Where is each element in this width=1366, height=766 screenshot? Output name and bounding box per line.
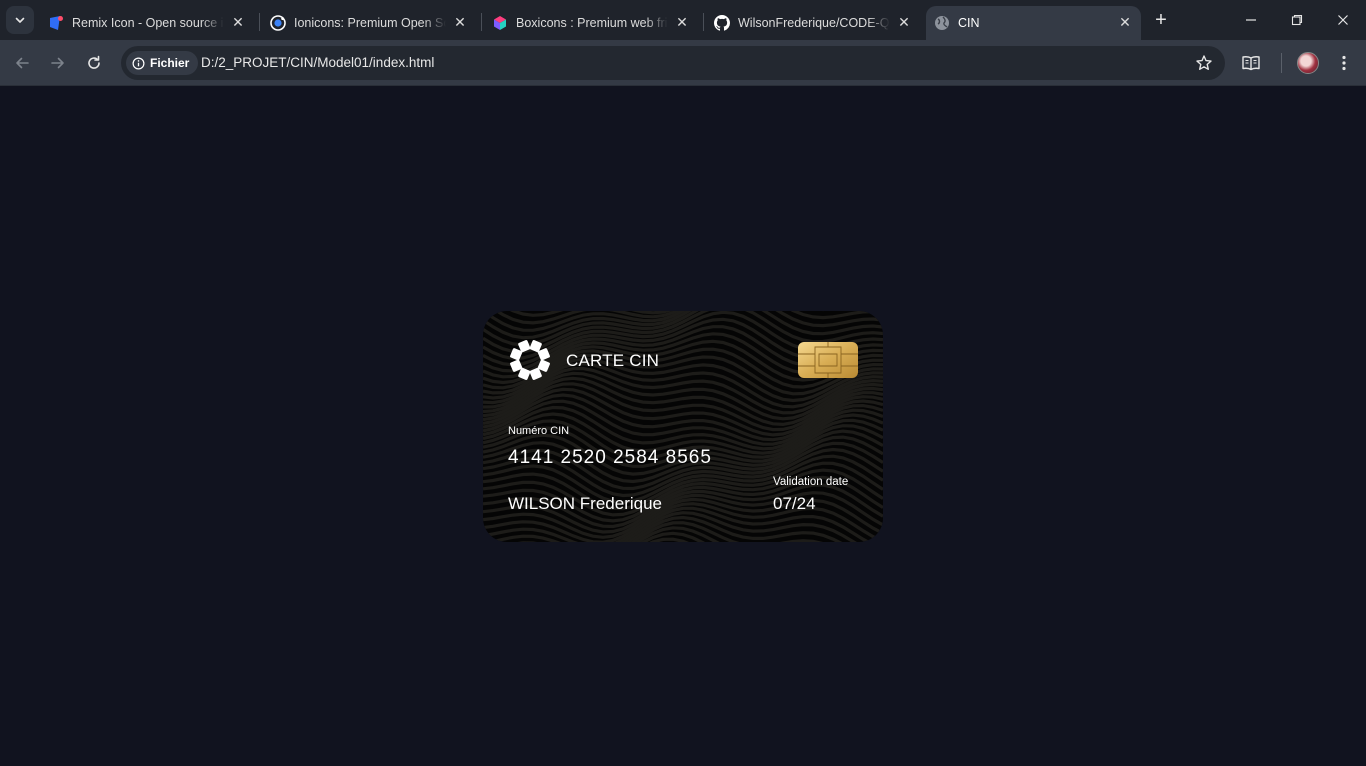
profile-avatar[interactable] xyxy=(1297,52,1319,74)
github-icon xyxy=(714,15,730,31)
address-bar[interactable]: Fichier D:/2_PROJET/CIN/Model01/index.ht… xyxy=(121,46,1225,80)
card-holder-name: WILSON Frederique xyxy=(508,494,662,513)
globe-icon xyxy=(935,16,949,30)
tab-search-button[interactable] xyxy=(6,6,34,34)
tab-divider xyxy=(703,13,704,31)
arrow-left-icon xyxy=(16,57,29,69)
reading-mode-button[interactable] xyxy=(1240,52,1262,74)
close-window-button[interactable] xyxy=(1320,0,1366,40)
browser-menu-button[interactable] xyxy=(1333,52,1355,74)
card-title: CARTE CIN xyxy=(566,351,660,370)
tab-close-icon[interactable]: ✕ xyxy=(230,14,246,30)
tab-title: WilsonFrederique/CODE-QR xyxy=(738,16,890,30)
close-icon xyxy=(1338,15,1348,25)
tab-boxicons[interactable]: Boxicons : Premium web friendly ✕ xyxy=(484,6,698,40)
cin-card: CARTE CIN Numéro CIN 4141 2520 2584 8565… xyxy=(483,311,883,542)
bookmark-star-icon[interactable] xyxy=(1195,54,1213,72)
reload-icon xyxy=(88,55,100,69)
back-button[interactable] xyxy=(8,49,36,77)
tab-title: Ionicons: Premium Open Source xyxy=(294,16,446,30)
url-text[interactable]: D:/2_PROJET/CIN/Model01/index.html xyxy=(201,55,434,70)
tab-close-icon[interactable]: ✕ xyxy=(1117,14,1133,30)
new-tab-button[interactable]: + xyxy=(1150,9,1172,31)
reload-button[interactable] xyxy=(80,49,108,77)
forward-button[interactable] xyxy=(44,49,72,77)
restore-icon xyxy=(1291,14,1303,26)
tab-close-icon[interactable]: ✕ xyxy=(674,14,690,30)
remixicon-logo-icon xyxy=(50,16,63,30)
arrow-right-icon xyxy=(51,57,64,69)
tab-github[interactable]: WilsonFrederique/CODE-QR ✕ xyxy=(706,6,920,40)
sun-loader-icon xyxy=(510,340,550,380)
validation-date: 07/24 xyxy=(773,494,816,513)
minimize-icon xyxy=(1246,19,1256,21)
cin-number-label: Numéro CIN xyxy=(508,425,570,437)
book-open-icon xyxy=(1242,56,1260,71)
tab-cin-active[interactable]: CIN ✕ xyxy=(926,6,1141,40)
tab-strip: Remix Icon - Open source icon ✕ Ionicons… xyxy=(0,0,1366,40)
info-icon xyxy=(132,57,145,69)
minimize-button[interactable] xyxy=(1228,0,1274,40)
ionicons-logo-icon xyxy=(270,15,286,31)
site-info-label: Fichier xyxy=(150,56,190,70)
toolbar-divider xyxy=(1281,53,1282,73)
tab-divider xyxy=(259,13,260,31)
tab-close-icon[interactable]: ✕ xyxy=(896,14,912,30)
browser-toolbar: Fichier D:/2_PROJET/CIN/Model01/index.ht… xyxy=(0,40,1366,86)
tab-ionicons[interactable]: Ionicons: Premium Open Source ✕ xyxy=(262,6,476,40)
tab-title: CIN xyxy=(958,16,980,30)
tab-close-icon[interactable]: ✕ xyxy=(452,14,468,30)
tab-divider xyxy=(481,13,482,31)
tab-title: Boxicons : Premium web friendly xyxy=(516,16,668,30)
boxicons-logo-icon xyxy=(494,16,506,30)
cin-number: 4141 2520 2584 8565 xyxy=(508,447,712,468)
tab-title: Remix Icon - Open source icon xyxy=(72,16,224,30)
site-info-chip[interactable]: Fichier xyxy=(126,51,199,75)
validation-date-label: Validation date xyxy=(773,476,849,488)
restore-button[interactable] xyxy=(1274,0,1320,40)
more-vertical-icon xyxy=(1342,55,1346,71)
sim-chip-icon xyxy=(798,342,858,378)
chevron-down-icon xyxy=(15,17,25,23)
tab-remix-icon[interactable]: Remix Icon - Open source icon ✕ xyxy=(40,6,254,40)
